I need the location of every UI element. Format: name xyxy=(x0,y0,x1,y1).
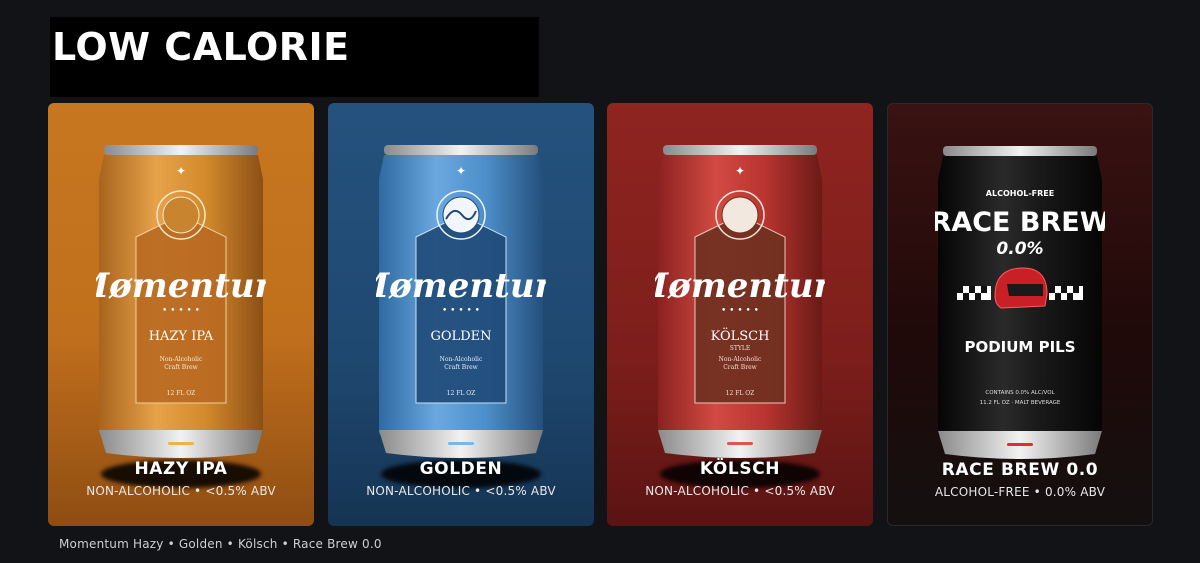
product-subtitle: ALCOHOL-FREE • 0.0% ABV xyxy=(934,485,1106,499)
svg-text:Non-Alcoholic: Non-Alcoholic xyxy=(719,356,762,363)
svg-text:Craft Brew: Craft Brew xyxy=(164,364,198,371)
svg-text:Non-Alcoholic: Non-Alcoholic xyxy=(160,356,203,363)
product-subtitle: NON-ALCOHOLIC • <0.5% ABV xyxy=(366,484,556,498)
svg-text:✦: ✦ xyxy=(176,164,186,178)
svg-text:KÖLSCH: KÖLSCH xyxy=(711,327,770,344)
product-subtitle: NON-ALCOHOLIC • <0.5% ABV xyxy=(645,484,835,498)
footer-caption: Momentum Hazy • Golden • Kölsch • Race B… xyxy=(59,537,382,551)
product-name: RACE BREW 0.0 xyxy=(941,460,1099,480)
checkered-flag-right xyxy=(1049,286,1083,300)
racing-helmet-icon xyxy=(994,267,1048,309)
svg-text:✦: ✦ xyxy=(456,164,466,178)
svg-text:Craft Brew: Craft Brew xyxy=(723,364,757,371)
svg-text:Mømentum: Mømentum xyxy=(96,266,266,306)
product-name: GOLDEN xyxy=(419,459,503,479)
product-name: HAZY IPA xyxy=(134,459,228,479)
svg-text:• • • • •: • • • • • xyxy=(162,306,200,316)
svg-text:HAZY IPA: HAZY IPA xyxy=(149,329,214,344)
svg-text:11.2 FL OZ · MALT BEVERAGE: 11.2 FL OZ · MALT BEVERAGE xyxy=(980,400,1061,406)
checkered-flag-left xyxy=(957,286,991,300)
product-card-race-brew[interactable]: ALCOHOL-FREE RACE BREW 0.0% PODIUM PILS … xyxy=(887,103,1153,526)
svg-text:• • • • •: • • • • • xyxy=(721,306,759,316)
svg-text:CONTAINS 0.0% ALC/VOL: CONTAINS 0.0% ALC/VOL xyxy=(985,390,1055,396)
product-subtitle: NON-ALCOHOLIC • <0.5% ABV xyxy=(86,484,276,498)
svg-text:Mømentum: Mømentum xyxy=(655,266,825,306)
svg-text:Craft Brew: Craft Brew xyxy=(444,364,478,371)
title-bar: LOW CALORIE xyxy=(50,17,539,97)
svg-text:ALCOHOL-FREE: ALCOHOL-FREE xyxy=(986,189,1054,198)
svg-text:PODIUM PILS: PODIUM PILS xyxy=(964,338,1075,356)
svg-text:✦: ✦ xyxy=(735,164,745,178)
product-card-kolsch[interactable]: ✦ Mømentum • • • • • KÖLSCH STYLE Non-Al… xyxy=(607,103,873,526)
can-image-kolsch: ✦ Mømentum • • • • • KÖLSCH STYLE Non-Al… xyxy=(629,145,850,465)
can-image-golden: ✦ Mømentum • • • • • GOLDEN Non-Alcoholi… xyxy=(350,145,571,465)
svg-text:• • • • •: • • • • • xyxy=(442,306,480,316)
product-card-hazy-ipa[interactable]: ✦ Mømentum • • • • • HAZY IPA Non-Alcoho… xyxy=(48,103,314,526)
page-title: LOW CALORIE xyxy=(52,25,350,69)
svg-text:Non-Alcoholic: Non-Alcoholic xyxy=(440,356,483,363)
svg-text:0.0%: 0.0% xyxy=(996,239,1043,259)
svg-text:12 FL OZ: 12 FL OZ xyxy=(447,390,476,397)
svg-text:Mømentum: Mømentum xyxy=(376,266,546,306)
svg-text:GOLDEN: GOLDEN xyxy=(431,329,492,344)
svg-text:12 FL OZ: 12 FL OZ xyxy=(726,390,755,397)
svg-text:12 FL OZ: 12 FL OZ xyxy=(167,390,196,397)
product-card-golden[interactable]: ✦ Mømentum • • • • • GOLDEN Non-Alcoholi… xyxy=(328,103,594,526)
can-image-race-brew: ALCOHOL-FREE RACE BREW 0.0% PODIUM PILS … xyxy=(931,146,1109,466)
svg-text:RACE BREW: RACE BREW xyxy=(935,207,1105,238)
product-name: KÖLSCH xyxy=(699,459,781,479)
svg-text:STYLE: STYLE xyxy=(730,345,750,352)
can-image-hazy-ipa: ✦ Mømentum • • • • • HAZY IPA Non-Alcoho… xyxy=(70,145,291,465)
